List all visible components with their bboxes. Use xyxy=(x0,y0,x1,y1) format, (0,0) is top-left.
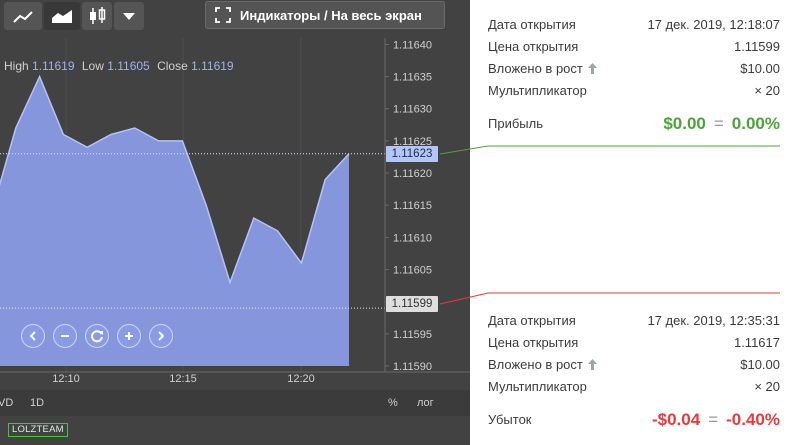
multiplier-label: Мультипликатор xyxy=(488,379,587,394)
loss-row: Убыток -$0.04 = -0.40% xyxy=(488,407,780,433)
loss-label: Убыток xyxy=(488,412,532,427)
open-date-label: Дата открытия xyxy=(488,313,576,328)
invested-row: Вложено в рост $10.00 xyxy=(488,354,780,376)
multiplier-label: Мультипликатор xyxy=(488,83,587,98)
multiplier-value: × 20 xyxy=(754,379,780,394)
invested-row: Вложено в рост $10.00 xyxy=(488,58,780,80)
open-price-row: Цена открытия 1.11599 xyxy=(488,36,780,58)
profit-row: Прибыль $0.00 = 0.00% xyxy=(488,111,780,137)
trade-card-2: Дата открытия 17 дек. 2019, 12:35:31 Цен… xyxy=(488,310,780,433)
loss-percent: -0.40% xyxy=(726,410,780,429)
profit-amount: $0.00 xyxy=(663,114,706,133)
profit-connector-line xyxy=(439,145,780,155)
invested-label: Вложено в рост xyxy=(488,61,583,76)
open-date-value: 17 дек. 2019, 12:18:07 xyxy=(647,17,780,32)
open-date-label: Дата открытия xyxy=(488,17,576,32)
invested-label: Вложено в рост xyxy=(488,357,583,372)
open-date-value: 17 дек. 2019, 12:35:31 xyxy=(647,313,780,328)
open-price-row: Цена открытия 1.11617 xyxy=(488,332,780,354)
loss-amount: -$0.04 xyxy=(651,410,701,429)
invested-value: $10.00 xyxy=(740,357,780,372)
arrow-up-icon xyxy=(587,355,597,377)
open-price-label: Цена открытия xyxy=(488,39,579,54)
open-price-label: Цена открытия xyxy=(488,335,579,350)
multiplier-row: Мультипликатор × 20 xyxy=(488,376,780,398)
open-date-row: Дата открытия 17 дек. 2019, 12:35:31 xyxy=(488,310,780,332)
invested-value: $10.00 xyxy=(740,61,780,76)
multiplier-row: Мультипликатор × 20 xyxy=(488,80,780,102)
open-price-value: 1.11599 xyxy=(733,39,780,54)
arrow-up-icon xyxy=(587,59,597,81)
open-date-row: Дата открытия 17 дек. 2019, 12:18:07 xyxy=(488,14,780,36)
profit-percent: 0.00% xyxy=(731,114,780,133)
multiplier-value: × 20 xyxy=(754,83,780,98)
trade-card-1: Дата открытия 17 дек. 2019, 12:18:07 Цен… xyxy=(488,14,780,137)
profit-label: Прибыль xyxy=(488,116,543,131)
loss-connector-line xyxy=(439,292,780,305)
open-price-value: 1.11617 xyxy=(733,335,780,350)
